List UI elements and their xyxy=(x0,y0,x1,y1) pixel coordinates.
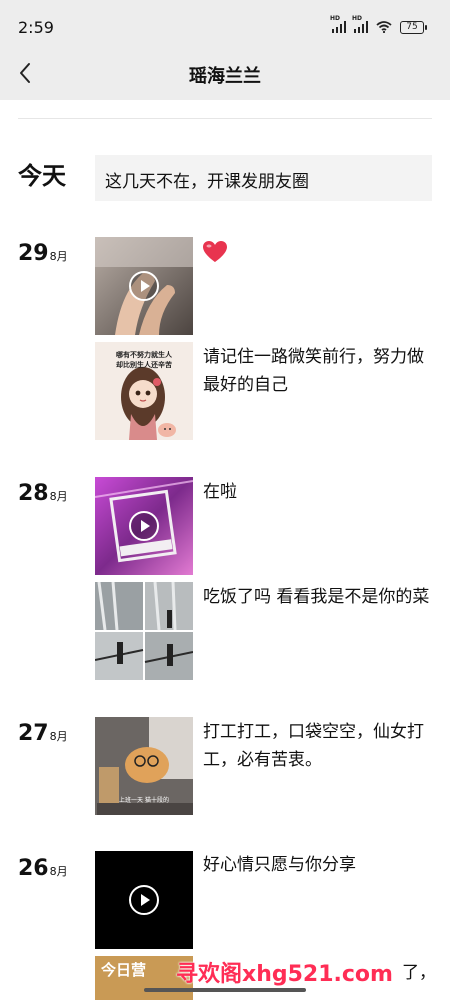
heart-icon xyxy=(203,241,227,262)
date-day: 26 xyxy=(18,856,49,881)
post-caption[interactable]: 请记住一路微笑前行，努力做最好的自己 xyxy=(203,343,435,399)
signal-hd-label: HD xyxy=(330,15,341,22)
page-title: 瑶海兰兰 xyxy=(189,66,261,87)
date-day: 28 xyxy=(18,481,49,506)
image-overlay-text: 上班一天 猫十段的 xyxy=(119,797,169,804)
watermark: 寻欢阁xhg521.com xyxy=(176,962,393,987)
play-icon xyxy=(129,511,159,541)
photo-grid-waterfall-image xyxy=(95,582,193,680)
date-today: 今天 xyxy=(18,162,66,190)
text-post-today[interactable]: 这几天不在，开课发朋友圈 xyxy=(95,155,432,201)
signal-icon-2: HD xyxy=(352,15,368,33)
date-month: 8月 xyxy=(49,490,68,503)
video-thumbnail-aug29[interactable] xyxy=(95,237,193,335)
date-day: 27 xyxy=(18,721,49,746)
nav-bar: 瑶海兰兰 xyxy=(0,46,450,100)
image-thumbnail-aug29[interactable]: 哪有不努力就生人 却比别生人还辛苦 xyxy=(95,342,193,440)
wifi-icon xyxy=(376,21,392,33)
date-aug-28: 288月 xyxy=(18,481,68,506)
post-caption[interactable]: 吃饭了吗 看看我是不是你的菜 xyxy=(203,583,435,611)
date-day: 29 xyxy=(18,241,49,266)
signal-hd-label-2: HD xyxy=(352,15,363,22)
divider xyxy=(18,118,432,119)
date-month: 8月 xyxy=(49,730,68,743)
post-caption[interactable]: 好心情只愿与你分享 xyxy=(203,851,435,879)
post-caption-partial[interactable]: 了， xyxy=(402,958,436,983)
video-thumbnail-aug26[interactable] xyxy=(95,851,193,949)
image-overlay-text: 今日营 xyxy=(101,961,147,979)
home-indicator[interactable] xyxy=(144,988,306,992)
play-icon xyxy=(129,885,159,915)
date-month: 8月 xyxy=(49,250,68,263)
post-caption[interactable]: 打工打工，口袋空空，仙女打工，必有苦衷。 xyxy=(203,718,435,774)
date-month: 8月 xyxy=(49,865,68,878)
battery-icon: 75 xyxy=(400,20,427,34)
video-thumbnail-aug28[interactable] xyxy=(95,477,193,575)
play-icon xyxy=(129,271,159,301)
status-icons: HD HD 75 xyxy=(330,15,427,34)
status-bar: 2:59 HD HD 75 xyxy=(0,0,450,46)
post-caption[interactable]: 在啦 xyxy=(203,478,435,506)
image-thumbnail-aug28[interactable] xyxy=(95,582,193,680)
status-time: 2:59 xyxy=(18,18,54,37)
image-text-line-2: 却比别生人还辛苦 xyxy=(116,361,172,369)
image-text-line-1: 哪有不努力就生人 xyxy=(116,351,172,359)
date-aug-26: 268月 xyxy=(18,856,68,881)
signal-icon: HD xyxy=(330,15,346,33)
image-thumbnail-aug27[interactable]: 上班一天 猫十段的 xyxy=(95,717,193,815)
date-aug-27: 278月 xyxy=(18,721,68,746)
date-aug-29: 298月 xyxy=(18,241,68,266)
